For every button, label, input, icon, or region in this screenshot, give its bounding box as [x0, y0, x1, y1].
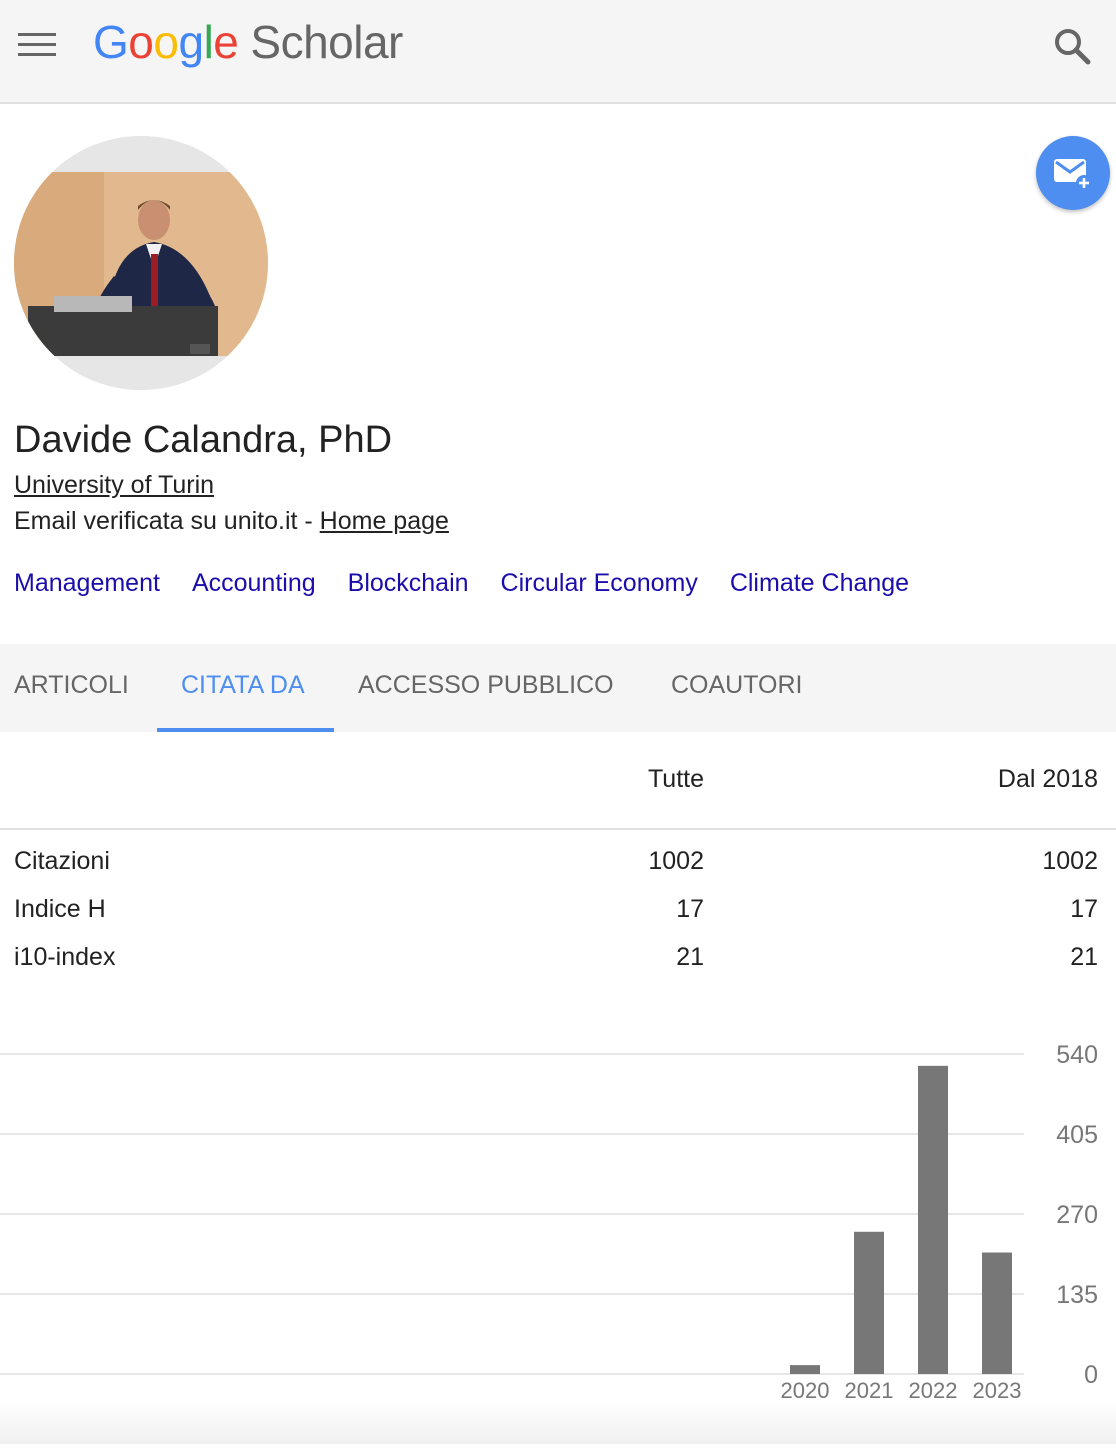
stat-value-since: 17 [1070, 895, 1098, 923]
citations-per-year-chart: 0 135 270 405 540 2020 2021 2022 2023 [0, 1030, 1116, 1444]
interest-link[interactable]: Circular Economy [501, 564, 698, 604]
logo-letter: g [178, 16, 204, 68]
stat-label: i10-index [14, 943, 116, 971]
homepage-link[interactable]: Home page [320, 507, 449, 535]
bar-2020[interactable] [790, 1365, 820, 1374]
tab-citata-da[interactable]: CITATA DA [181, 644, 305, 732]
bar-2021[interactable] [854, 1231, 884, 1374]
stat-value-since: 21 [1070, 943, 1098, 971]
tab-coautori[interactable]: COAUTORI [671, 644, 803, 732]
hamburger-menu-icon[interactable] [18, 33, 56, 57]
logo-letter: o [128, 16, 154, 68]
column-header-since[interactable]: Dal 2018 [998, 762, 1098, 796]
stats-header-row: Tutte Dal 2018 [0, 732, 1116, 830]
stat-value-all: 21 [676, 943, 704, 971]
logo-letter: l [203, 16, 214, 68]
profile-name: Davide Calandra, PhD [14, 419, 393, 461]
logo-letter: G [93, 16, 129, 68]
research-interests: Management Accounting Blockchain Circula… [14, 564, 941, 604]
stat-value-all: 1002 [648, 847, 704, 875]
tab-accesso-pubblico[interactable]: ACCESSO PUBBLICO [358, 644, 614, 732]
bar-2023[interactable] [982, 1252, 1012, 1374]
google-scholar-logo[interactable]: Google Scholar [93, 14, 403, 70]
y-tick-label: 405 [1056, 1121, 1098, 1149]
column-header-all[interactable]: Tutte [648, 762, 704, 796]
stat-value-since: 1002 [1042, 847, 1098, 875]
email-plus-icon [1054, 159, 1092, 191]
logo-letter: o [153, 16, 179, 68]
x-tick-label: 2021 [845, 1378, 894, 1403]
bar-2022[interactable] [918, 1065, 948, 1374]
profile-photo-image [14, 136, 268, 390]
email-verification: Email verificata su unito.it - Home page [14, 504, 449, 538]
stat-value-all: 17 [676, 895, 704, 923]
x-tick-label: 2023 [973, 1378, 1022, 1403]
interest-link[interactable]: Accounting [192, 564, 316, 604]
y-tick-label: 135 [1056, 1281, 1098, 1309]
profile-photo [14, 136, 268, 390]
y-tick-label: 540 [1056, 1041, 1098, 1069]
citations-chart-svg: 0 135 270 405 540 2020 2021 2022 2023 [0, 1041, 1098, 1403]
y-tick-label: 270 [1056, 1201, 1098, 1229]
x-tick-label: 2022 [909, 1378, 958, 1403]
stat-label: Citazioni [14, 847, 110, 875]
search-icon[interactable] [1052, 26, 1092, 66]
stat-label: Indice H [14, 895, 106, 923]
logo-product-name: Scholar [250, 16, 403, 68]
interest-link[interactable]: Blockchain [348, 564, 469, 604]
affiliation-link[interactable]: University of Turin [14, 468, 214, 502]
email-verified-text: Email verificata su unito.it - [14, 507, 320, 535]
x-tick-label: 2020 [781, 1378, 830, 1403]
tab-articoli[interactable]: ARTICOLI [14, 644, 129, 732]
y-tick-label: 0 [1084, 1361, 1098, 1389]
follow-email-button[interactable] [1036, 136, 1110, 210]
interest-link[interactable]: Climate Change [730, 564, 909, 604]
profile-tabs: ARTICOLI CITATA DA ACCESSO PUBBLICO COAU… [0, 644, 1116, 732]
logo-letter: e [213, 16, 239, 68]
top-app-bar: Google Scholar [0, 0, 1116, 104]
interest-link[interactable]: Management [14, 564, 160, 604]
